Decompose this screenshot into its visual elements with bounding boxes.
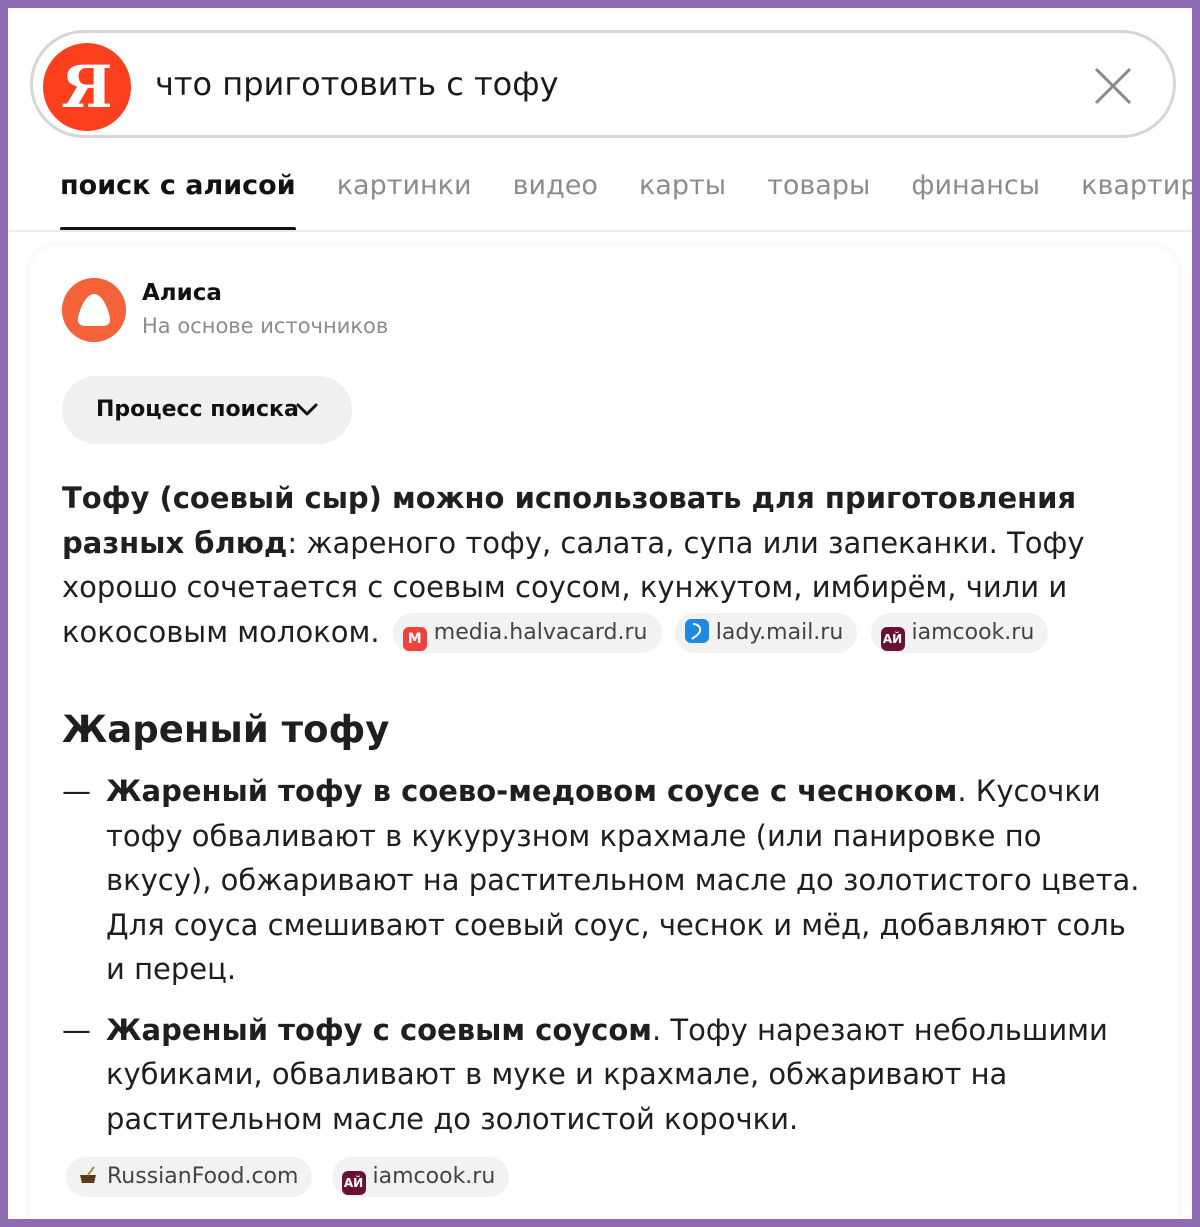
close-icon[interactable] <box>1093 66 1133 106</box>
tab-finance[interactable]: финансы <box>911 168 1040 228</box>
source-chip[interactable]: RussianFood.com <box>66 1157 313 1197</box>
list-dash: — <box>62 774 91 808</box>
tab-maps[interactable]: карты <box>639 168 726 228</box>
source-chip[interactable]: АЙ iamcook.ru <box>331 1157 510 1197</box>
lady-mail-icon <box>684 618 709 643</box>
source-label: iamcook.ru <box>372 1164 496 1189</box>
tab-alice-search[interactable]: поиск с алисой <box>60 168 296 231</box>
tabs-divider <box>8 230 1192 232</box>
list-dash: — <box>62 1012 91 1047</box>
halvacard-icon: M <box>402 626 427 651</box>
page-frame: Я поиск с алисой картинки видео карты то… <box>8 8 1192 1219</box>
search-input[interactable] <box>155 33 1035 135</box>
tab-video[interactable]: видео <box>513 168 598 228</box>
source-label: lady.mail.ru <box>715 619 844 645</box>
source-chip[interactable]: Mmedia.halvacard.ru <box>392 612 662 653</box>
alice-icon <box>62 278 126 342</box>
item-title: Жареный тофу с соевым соусом <box>106 1012 652 1047</box>
answer-author: Алиса <box>142 280 222 306</box>
search-process-button[interactable]: Процесс поиска <box>62 376 352 444</box>
source-chip[interactable]: АЙ iamcook.ru <box>870 612 1049 653</box>
search-tabs: поиск с алисой картинки видео карты това… <box>60 168 1192 231</box>
tab-goods[interactable]: товары <box>767 168 870 228</box>
alice-answer-card: Алиса На основе источников Процесс поиск… <box>30 246 1178 1219</box>
answer-content: Тофу (соевый сыр) можно использовать для… <box>62 476 1142 1197</box>
answer-subtitle[interactable]: На основе источников <box>142 314 388 338</box>
source-chip[interactable]: lady.mail.ru <box>674 612 858 653</box>
iamcook-icon: АЙ <box>341 1171 366 1195</box>
search-bar[interactable]: Я <box>30 30 1176 138</box>
tab-images[interactable]: картинки <box>337 168 472 228</box>
source-label: iamcook.ru <box>911 619 1035 645</box>
section-title: Жареный тофу <box>62 708 390 751</box>
tab-apartments[interactable]: квартиры <box>1081 168 1192 228</box>
yandex-logo[interactable]: Я <box>43 43 131 131</box>
section-sources: RussianFood.com АЙ iamcook.ru <box>66 1157 1142 1197</box>
search-process-label: Процесс поиска <box>96 397 299 422</box>
chevron-down-icon <box>296 403 318 416</box>
list-item: — Жареный тофу в соево-медовом соусе с че… <box>62 769 1142 992</box>
iamcook-icon: АЙ <box>880 626 905 651</box>
list-item: — Жареный тофу с соевым соусом. Тофу наре… <box>62 1008 1142 1142</box>
source-label: media.halvacard.ru <box>433 619 648 645</box>
item-title: Жареный тофу в соево-медовом соусе с чес… <box>106 774 958 808</box>
answer-intro: Тофу (соевый сыр) можно использовать для… <box>62 476 1142 654</box>
pot-icon <box>80 1166 96 1183</box>
source-label: RussianFood.com <box>107 1164 299 1189</box>
